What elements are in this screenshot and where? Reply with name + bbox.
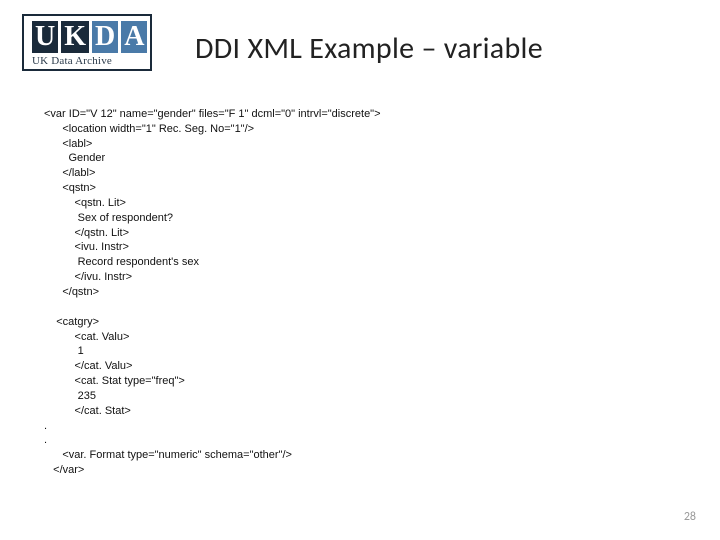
- xml-line: 235: [44, 390, 96, 402]
- logo-letter-a: A: [121, 21, 147, 53]
- xml-line: .: [44, 420, 47, 432]
- xml-code-block: <var ID="V 12" name="gender" files="F 1"…: [44, 92, 696, 478]
- xml-line: Record respondent's sex: [44, 256, 199, 268]
- slide: U K D A UK Data Archive DDI XML Example …: [0, 0, 720, 540]
- xml-line: </cat. Stat>: [44, 405, 131, 417]
- logo-letter-k: K: [61, 21, 89, 53]
- xml-line: <qstn. Lit>: [44, 197, 126, 209]
- xml-line: .: [44, 434, 47, 446]
- logo-letter-d: D: [92, 21, 118, 53]
- xml-line: <var ID="V 12" name="gender" files="F 1"…: [44, 108, 381, 120]
- xml-line: </qstn>: [44, 286, 99, 298]
- xml-line: <qstn>: [44, 182, 96, 194]
- logo-main: U K D A: [32, 21, 142, 53]
- xml-line: </cat. Valu>: [44, 360, 132, 372]
- xml-line: Gender: [44, 152, 105, 164]
- xml-line: <catgry>: [44, 316, 99, 328]
- xml-line: 1: [44, 345, 84, 357]
- xml-line: <cat. Valu>: [44, 331, 129, 343]
- xml-line: </qstn. Lit>: [44, 227, 129, 239]
- page-number: 28: [684, 510, 696, 524]
- xml-line: <location width="1" Rec. Seg. No="1"/>: [44, 123, 254, 135]
- xml-line: </ivu. Instr>: [44, 271, 132, 283]
- xml-line: <labl>: [44, 138, 92, 150]
- xml-line: <ivu. Instr>: [44, 241, 129, 253]
- xml-line: </var>: [44, 464, 84, 476]
- logo-subtitle: UK Data Archive: [32, 55, 142, 67]
- xml-line: Sex of respondent?: [44, 212, 173, 224]
- xml-line: <var. Format type="numeric" schema="othe…: [44, 449, 292, 461]
- xml-line: <cat. Stat type="freq">: [44, 375, 185, 387]
- xml-line: </labl>: [44, 167, 95, 179]
- ukda-logo: U K D A UK Data Archive: [22, 14, 152, 71]
- slide-title: DDI XML Example – variable: [195, 30, 543, 67]
- logo-letter-u: U: [32, 21, 58, 53]
